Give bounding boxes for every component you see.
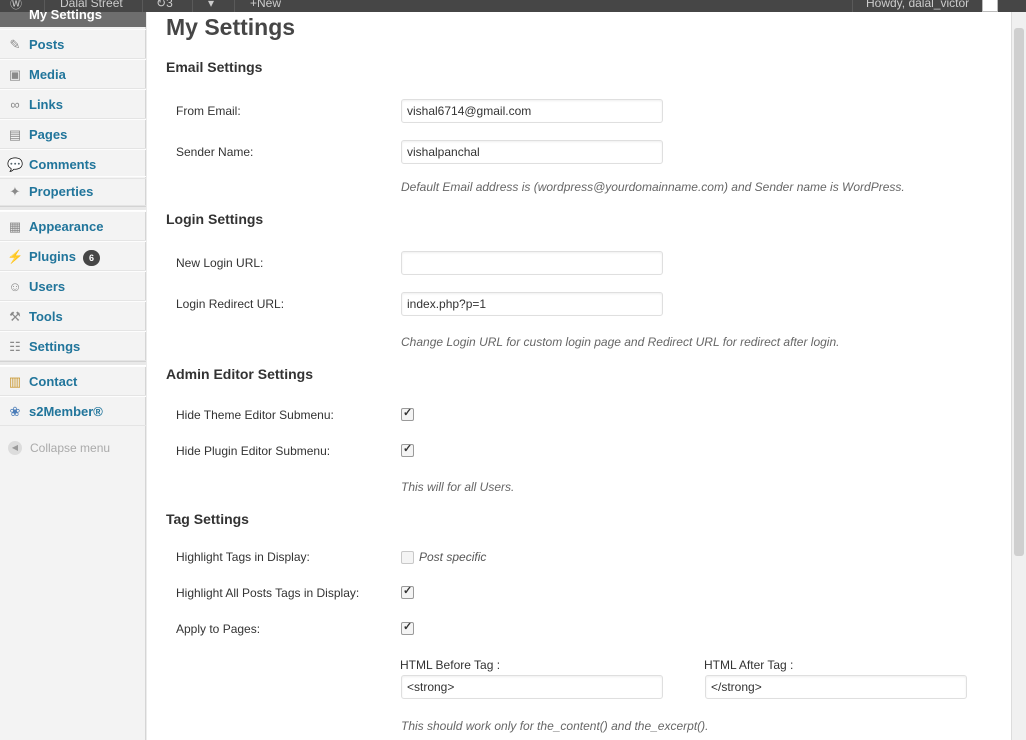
settings-icon: ☷ [9, 339, 21, 354]
media-icon: ▣ [8, 67, 22, 82]
collapse-menu-label: Collapse menu [30, 441, 111, 455]
apply-to-pages-checkbox[interactable]: ✓ [401, 621, 414, 635]
highlight-all-posts-tags-label: Highlight All Posts Tags in Display: [176, 586, 360, 600]
login-redirect-url-label: Login Redirect URL: [176, 297, 285, 311]
menu-label: Contact [29, 374, 78, 389]
admin-menu: My Settings ✎ Posts ▣ Media ∞ Links ▤ Pa… [0, 7, 146, 740]
html-before-tag-label: HTML Before Tag : [400, 658, 501, 672]
menu-item-appearance[interactable]: ▦ Appearance [0, 211, 146, 241]
highlight-all-posts-tags-checkbox[interactable]: ✓ [401, 585, 414, 599]
menu-label: Plugins [29, 249, 76, 264]
sender-name-label: Sender Name: [176, 145, 254, 159]
menu-label: Tools [29, 309, 63, 324]
checkmark-icon: ✓ [403, 585, 413, 597]
email-settings-note: Default Email address is (wordpress@your… [401, 180, 905, 194]
menu-item-media[interactable]: ▣ Media [0, 59, 146, 89]
hide-plugin-editor-checkbox[interactable]: ✓ [401, 443, 414, 457]
howdy-account-link[interactable]: Howdy, dalal_victor [866, 0, 969, 12]
admin-editor-settings-heading: Admin Editor Settings [166, 366, 313, 382]
page-scrollbar[interactable] [1011, 12, 1026, 740]
sender-name-input[interactable] [401, 140, 663, 164]
menu-item-tools[interactable]: ⚒ Tools [0, 301, 146, 331]
appearance-icon: ▦ [8, 219, 22, 234]
menu-label: Properties [29, 184, 94, 199]
login-settings-heading: Login Settings [166, 211, 264, 227]
s2member-icon: ❀ [9, 404, 21, 419]
menu-item-plugins[interactable]: ⚡ Plugins 6 [0, 241, 146, 271]
comments-bubble-icon[interactable]: ▾ [208, 0, 214, 12]
menu-label: Links [29, 97, 63, 112]
link-icon: ∞ [10, 97, 20, 112]
menu-label: Comments [29, 157, 97, 172]
hide-theme-editor-checkbox[interactable]: ✓ [401, 407, 414, 421]
users-icon: ☺ [8, 279, 22, 294]
tools-icon: ⚒ [9, 309, 21, 324]
html-before-tag-input[interactable] [401, 675, 663, 699]
menu-label: Media [29, 67, 66, 82]
menu-item-users[interactable]: ☺ Users [0, 271, 146, 301]
admin-editor-note: This will for all Users. [401, 480, 515, 494]
checkmark-icon: ✓ [403, 443, 413, 455]
post-specific-checkbox[interactable] [401, 551, 414, 564]
menu-item-posts[interactable]: ✎ Posts [0, 29, 146, 59]
menu-label: Pages [29, 127, 68, 142]
post-specific-label: Post specific [419, 550, 487, 564]
new-content-link[interactable]: + New [250, 0, 281, 12]
hide-plugin-editor-label: Hide Plugin Editor Submenu: [176, 444, 331, 458]
checkmark-icon: ✓ [403, 407, 413, 419]
collapse-menu-button[interactable]: ◀ Collapse menu [0, 437, 146, 461]
collapse-arrow-icon: ◀ [8, 441, 22, 455]
menu-label: Appearance [29, 219, 104, 234]
from-email-input[interactable] [401, 99, 663, 123]
updates-count: 3 [166, 0, 173, 10]
scrollbar-thumb[interactable] [1014, 28, 1024, 556]
tag-settings-heading: Tag Settings [166, 511, 249, 527]
pin-icon: ✎ [9, 37, 21, 52]
plus-icon: + [250, 0, 258, 10]
hide-theme-editor-label: Hide Theme Editor Submenu: [176, 408, 334, 422]
adminbar-divider [142, 0, 143, 12]
menu-item-properties[interactable]: ✦ Properties [0, 176, 146, 206]
adminbar-divider [234, 0, 235, 12]
avatar[interactable] [982, 0, 998, 12]
from-email-label: From Email: [176, 104, 241, 118]
email-settings-heading: Email Settings [166, 59, 263, 75]
current-submenu-tail[interactable]: My Settings [0, 7, 146, 27]
menu-label: Settings [29, 339, 81, 354]
menu-item-settings[interactable]: ☷ Settings [0, 331, 146, 361]
html-after-tag-label: HTML After Tag : [704, 658, 794, 672]
menu-label: s2Member® [29, 404, 103, 419]
menu-item-comments[interactable]: 💬 Comments [0, 149, 146, 179]
checkmark-icon: ✓ [403, 621, 413, 633]
html-after-tag-input[interactable] [705, 675, 967, 699]
login-redirect-url-input[interactable] [401, 292, 663, 316]
new-label: New [257, 0, 282, 10]
admin-bar: Ⓦ Dalal Street ↻ 3 ▾ + New Howdy, dalal_… [0, 0, 1026, 12]
menu-item-s2member[interactable]: ❀ s2Member® [0, 396, 146, 426]
menu-item-contact[interactable]: ▥ Contact [0, 366, 146, 396]
wordpress-logo-icon[interactable]: Ⓦ [10, 0, 22, 12]
menu-label: Posts [29, 37, 65, 52]
adminbar-divider [192, 0, 193, 12]
tag-settings-note: This should work only for the_content() … [401, 719, 709, 733]
new-login-url-label: New Login URL: [176, 256, 264, 270]
menu-item-links[interactable]: ∞ Links [0, 89, 146, 119]
login-settings-note: Change Login URL for custom login page a… [401, 335, 840, 349]
plugin-update-count-badge: 6 [83, 250, 100, 266]
adminbar-divider [852, 0, 853, 12]
comments-icon: 💬 [7, 157, 24, 172]
updates-icon: ↻ [156, 0, 167, 10]
new-login-url-input[interactable] [401, 251, 663, 275]
menu-item-pages[interactable]: ▤ Pages [0, 119, 146, 149]
highlight-tags-label: Highlight Tags in Display: [176, 550, 310, 564]
menu-label: Users [29, 279, 66, 294]
contact-icon: ▥ [8, 374, 22, 389]
updates-link[interactable]: ↻ 3 [156, 0, 173, 12]
properties-icon: ✦ [9, 184, 21, 199]
pages-icon: ▤ [8, 127, 22, 142]
page-title: My Settings [166, 14, 296, 40]
apply-to-pages-label: Apply to Pages: [176, 622, 261, 636]
plugins-icon: ⚡ [7, 249, 24, 264]
current-submenu-label: My Settings [29, 7, 102, 22]
